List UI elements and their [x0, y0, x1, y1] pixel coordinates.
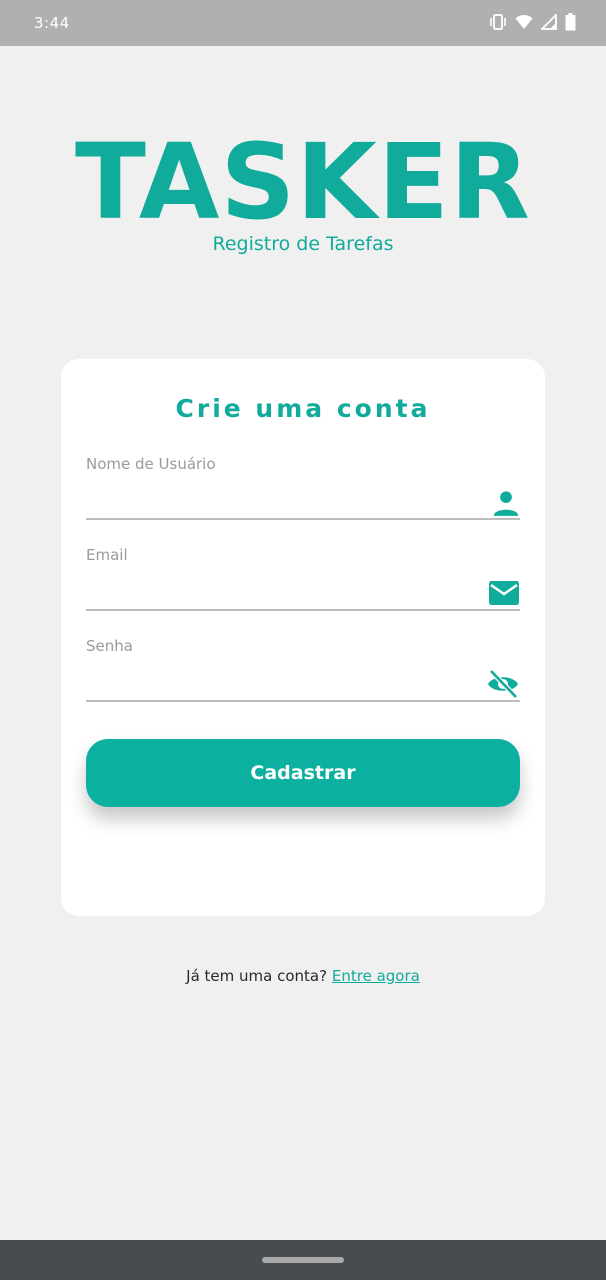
app-subtitle: Registro de Tarefas: [212, 233, 394, 255]
password-input[interactable]: [86, 666, 476, 700]
username-label: Nome de Usuário: [86, 455, 216, 473]
wifi-icon: [515, 14, 533, 30]
email-input[interactable]: [86, 575, 476, 609]
battery-icon: [565, 13, 576, 31]
home-handle[interactable]: [262, 1257, 344, 1263]
email-underline: [86, 609, 520, 611]
vibrate-icon: [489, 14, 507, 30]
person-icon: [492, 489, 520, 521]
signal-icon: [541, 14, 557, 30]
username-underline: [86, 518, 520, 520]
login-link[interactable]: Entre agora: [332, 967, 420, 985]
status-bar: 3:44: [0, 0, 606, 46]
email-label: Email: [86, 546, 128, 564]
visibility-off-icon[interactable]: [486, 669, 520, 703]
login-prompt: Já tem uma conta? Entre agora: [0, 967, 606, 985]
form-title: Crie uma conta: [175, 394, 431, 423]
status-time: 3:44: [34, 14, 70, 32]
register-button[interactable]: Cadastrar: [86, 739, 520, 807]
app-logo: TASKER: [75, 121, 531, 243]
status-icons: [489, 13, 576, 31]
login-prompt-text: Já tem uma conta?: [186, 967, 328, 985]
signup-card: [61, 359, 545, 916]
password-underline: [86, 700, 520, 702]
email-icon: [488, 580, 520, 610]
username-input[interactable]: [86, 484, 476, 518]
navigation-bar: [0, 1240, 606, 1280]
password-label: Senha: [86, 637, 133, 655]
